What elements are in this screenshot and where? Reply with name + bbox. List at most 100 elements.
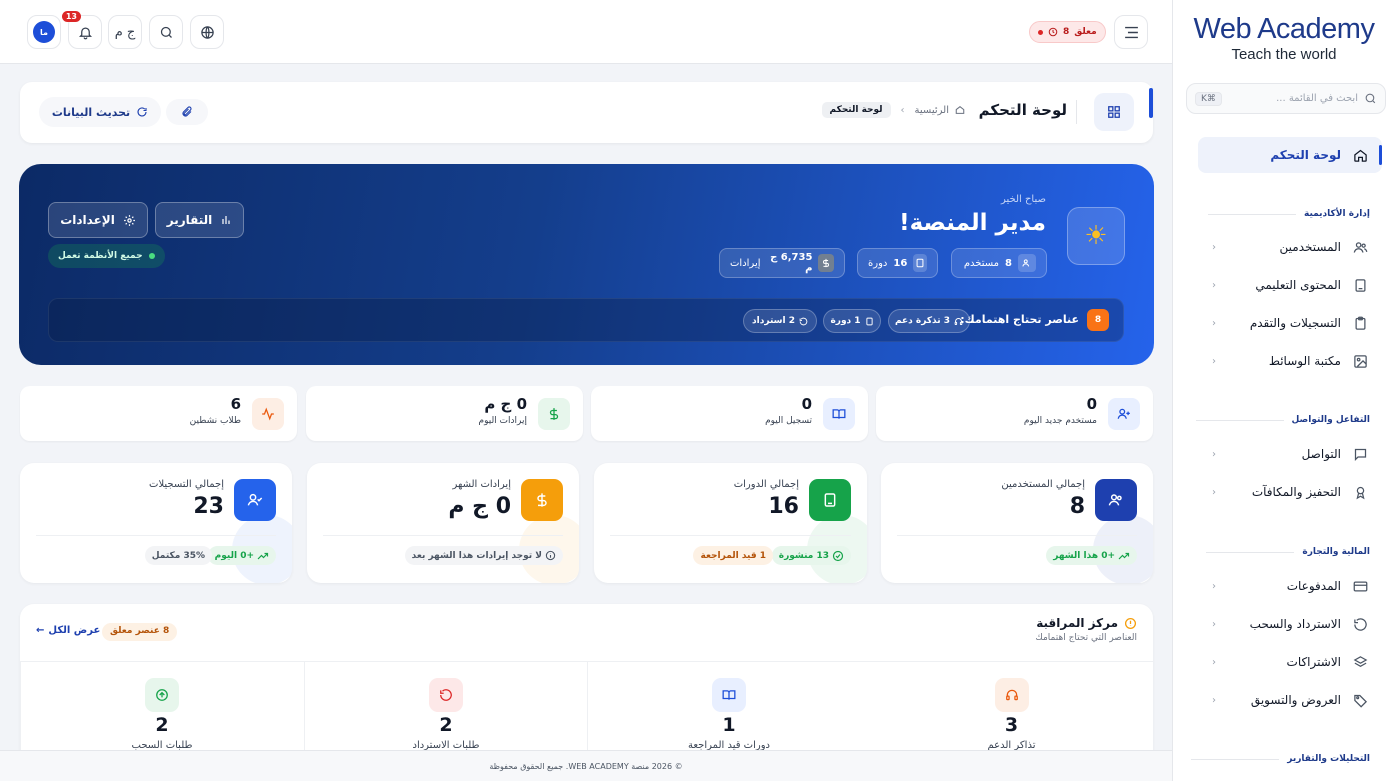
refresh-icon [136, 106, 148, 118]
sidebar-item-label: مكتبة الوسائط [1268, 354, 1341, 368]
monitor-header: مركز المراقبة [1036, 616, 1137, 630]
settings-button[interactable]: الإعدادات [48, 202, 148, 238]
menu-icon [1123, 25, 1140, 40]
section-title-finance: المالية والتجارة [1206, 547, 1370, 557]
headphones-icon [994, 678, 1029, 712]
chip-value: 16 [893, 257, 908, 269]
paperclip-icon [181, 106, 193, 118]
sidebar-item-marketing[interactable]: العروض والتسويق ‹ [1198, 685, 1382, 715]
dollar-icon [521, 479, 563, 521]
sidebar-search-input[interactable]: ابحث في القائمة ... [1228, 93, 1358, 104]
sidebar-item-label: التسجيلات والتقدم [1249, 316, 1341, 330]
sidebar-item-refunds[interactable]: الاسترداد والسحب ‹ [1198, 609, 1382, 639]
grid-icon [1107, 105, 1121, 119]
total-label: إجمالي التسجيلات [149, 479, 224, 490]
monitor-value: 2 [439, 714, 453, 736]
info-icon [545, 550, 556, 561]
divider [1076, 100, 1077, 124]
sidebar-item-users[interactable]: المستخدمين ‹ [1198, 232, 1382, 262]
sidebar-item-gamification[interactable]: التحفيز والمكافآت ‹ [1198, 477, 1382, 507]
view-all-link[interactable]: عرض الكل ← [36, 625, 100, 636]
globe-icon [200, 25, 215, 40]
hero-chip-courses: 16 دورة [857, 248, 938, 278]
book-open-icon [823, 398, 855, 430]
chevron-left-icon: ‹ [1212, 279, 1216, 291]
menu-toggle-button[interactable] [1114, 15, 1148, 49]
pending-items-pill[interactable]: معلق 8 [1029, 21, 1106, 43]
sidebar-item-label: لوحة التحكم [1270, 148, 1341, 162]
layers-icon [1353, 655, 1368, 670]
sidebar-search[interactable]: ابحث في القائمة ... ⌘K [1186, 83, 1386, 114]
monitor-item-withdrawals[interactable]: 2 طلبات السحب [20, 662, 303, 764]
search-button[interactable] [149, 15, 183, 49]
refresh-label: تحديث البيانات [51, 105, 131, 119]
users-icon [1018, 254, 1036, 272]
stat-card-revenue-today[interactable]: 0 ج م إيرادات اليوم [306, 386, 583, 441]
home-icon [955, 105, 965, 115]
book-icon [913, 254, 927, 272]
monitor-item-refunds[interactable]: 2 طلبات الاسترداد [304, 662, 587, 764]
dollar-icon [818, 254, 834, 272]
search-icon [1364, 92, 1377, 105]
sun-icon: ☀ [1067, 207, 1125, 265]
monitor-value: 2 [155, 714, 169, 736]
bar-chart-icon [220, 214, 232, 226]
sidebar-item-media[interactable]: مكتبة الوسائط ‹ [1198, 346, 1382, 376]
brand-logo[interactable]: Web Academy Teach the world [1190, 12, 1378, 64]
book-open-icon [712, 678, 746, 712]
sidebar-item-communication[interactable]: التواصل ‹ [1198, 439, 1382, 469]
monitor-title: مركز المراقبة [1036, 616, 1118, 630]
user-menu-button[interactable]: ما [27, 15, 61, 49]
attention-count: 8 [1087, 309, 1109, 331]
monitor-center: مركز المراقبة العناصر التي تحتاج اهتمامك… [20, 604, 1153, 764]
total-card-courses[interactable]: إجمالي الدورات 16 13 منشورة 1 قيد المراج… [594, 463, 867, 583]
notifications-button[interactable]: 13 [61, 11, 102, 49]
sidebar-item-content[interactable]: المحتوى التعليمي ‹ [1198, 270, 1382, 300]
book-icon [809, 479, 851, 521]
total-value: 8 [1069, 494, 1085, 519]
welcome-hero: ☀ صباح الخير مدير المنصة! 8 مستخدم 16 دورة… [19, 164, 1154, 365]
sidebar-item-payments[interactable]: المدفوعات ‹ [1198, 571, 1382, 601]
stat-value: 0 ج م [484, 395, 527, 413]
bell-icon [78, 25, 93, 40]
currency-button[interactable]: ج م [108, 15, 142, 49]
language-button[interactable] [190, 15, 224, 49]
total-value: 16 [768, 494, 799, 519]
refund-icon [429, 678, 463, 712]
section-title-academy: إدارة الأكاديمية [1208, 209, 1370, 219]
total-card-enrollments[interactable]: إجمالي التسجيلات 23 +0 اليوم 35% مكتمل [20, 463, 292, 583]
status-label: جميع الأنظمة تعمل [58, 251, 143, 261]
notifications-count: 13 [61, 11, 81, 22]
monitor-item-tickets[interactable]: 3 تذاكر الدعم [870, 662, 1153, 764]
attention-chip-courses[interactable]: 1 دورة [823, 309, 881, 333]
stat-card-enrollments-today[interactable]: 0 تسجيل اليوم [591, 386, 868, 441]
total-card-revenue[interactable]: إيرادات الشهر 0 ج م لا توجد إيرادات هذا … [307, 463, 579, 583]
monitor-item-review[interactable]: 1 دورات قيد المراجعة [587, 662, 870, 764]
attention-chip-tickets[interactable]: 3 تذكرة دعم [888, 309, 970, 333]
chip-label: دورة [868, 257, 888, 269]
shortcut-badge: ⌘K [1195, 91, 1222, 106]
sidebar-item-label: التحفيز والمكافآت [1251, 485, 1341, 499]
sidebar-item-label: العروض والتسويق [1250, 693, 1341, 707]
hero-chip-revenue: 6,735 ج م إيرادات [719, 248, 845, 278]
sidebar-item-label: الاسترداد والسحب [1249, 617, 1341, 631]
breadcrumb-home[interactable]: الرئيسية [915, 105, 949, 116]
sidebar-item-dashboard[interactable]: لوحة التحكم [1198, 137, 1382, 173]
attach-button[interactable] [166, 99, 208, 125]
sidebar-item-enrollments[interactable]: التسجيلات والتقدم ‹ [1198, 308, 1382, 338]
stat-card-new-users[interactable]: 0 مستخدم جديد اليوم [876, 386, 1153, 441]
status-dot [1038, 29, 1043, 35]
stat-card-active-students[interactable]: 6 طلاب نشطين [20, 386, 297, 441]
attention-chip-refunds[interactable]: 2 استرداد [743, 309, 817, 333]
dashboard-grid-button[interactable] [1094, 93, 1134, 131]
reports-button[interactable]: التقارير [155, 202, 244, 238]
avatar: ما [33, 21, 55, 43]
total-card-users[interactable]: إجمالي المستخدمين 8 +0 هذا الشهر [881, 463, 1153, 583]
chip-value: 6,735 ج م [770, 252, 813, 274]
pending-badge: 8 عنصر معلق [102, 623, 178, 641]
sidebar-item-subscriptions[interactable]: الاشتراكات ‹ [1198, 647, 1382, 677]
user-plus-icon [1108, 398, 1140, 430]
refresh-data-button[interactable]: تحديث البيانات [39, 97, 161, 127]
chevron-left-icon: ‹ [1212, 694, 1216, 706]
tag-icon [1353, 693, 1368, 708]
